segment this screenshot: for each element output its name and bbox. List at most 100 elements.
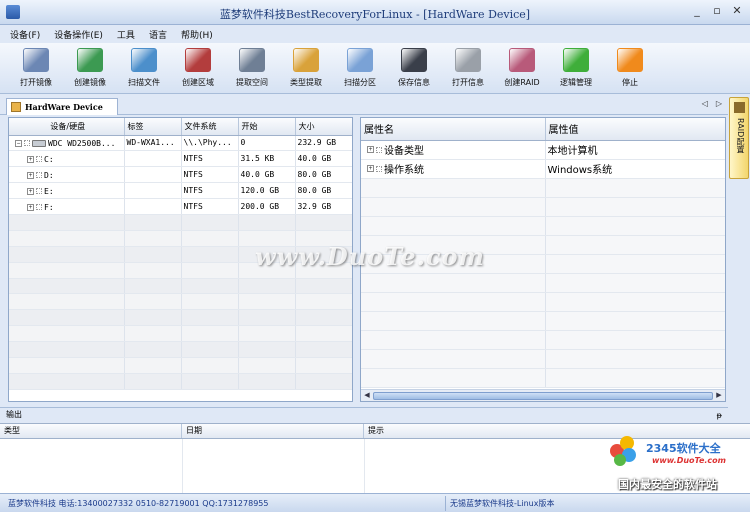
stop-icon	[617, 48, 643, 72]
logic-manage-icon	[563, 48, 589, 72]
expand-icon[interactable]: +	[27, 187, 34, 195]
expand-icon[interactable]: +	[367, 165, 374, 172]
col-property-value[interactable]: 属性值	[545, 118, 725, 141]
cell-label	[124, 166, 182, 184]
scroll-thumb[interactable]	[373, 392, 713, 400]
tree-checkbox-icon[interactable]	[36, 188, 42, 195]
cell-label	[124, 150, 182, 168]
device-name: WDC WD2500B...	[48, 138, 116, 148]
menu-help[interactable]: 帮助(H)	[181, 28, 213, 41]
device-tab-icon	[11, 102, 21, 112]
property-name: 操作系统	[384, 165, 424, 176]
toolbar: 打开镜像 创建镜像 扫描文件 创建区域 提取空间 类型提取 扫描分区 保存信息 打开信息 创建RA…	[0, 43, 750, 94]
empty-row	[9, 341, 352, 358]
raid-config-side-tab[interactable]: RAID配置	[729, 97, 749, 179]
menu-device[interactable]: 设备(F)	[10, 28, 40, 41]
toolbar-button-9[interactable]: 创建RAID	[496, 43, 548, 93]
tab-prev-button[interactable]: ◁	[702, 99, 708, 108]
logo-balls-icon	[610, 436, 644, 468]
col-label[interactable]: 标签	[124, 118, 182, 136]
restore-button[interactable]: ▫	[710, 4, 724, 18]
cell-fs: NTFS	[181, 198, 239, 215]
cell-size: 80.0 GB	[295, 166, 352, 184]
toolbar-button-6[interactable]: 扫描分区	[334, 43, 386, 93]
table-row[interactable]: + C: NTFS 31.5 KB 40.0 GB	[9, 150, 352, 168]
property-value: 本地计算机	[545, 140, 725, 160]
property-name: 设备类型	[384, 146, 424, 157]
cell-start: 40.0 GB	[238, 166, 296, 184]
tab-next-button[interactable]: ▷	[716, 99, 722, 108]
toolbar-button-4[interactable]: 提取空间	[226, 43, 278, 93]
toolbar-button-5[interactable]: 类型提取	[280, 43, 332, 93]
cell-label	[124, 182, 182, 200]
toolbar-button-label: 打开信息	[452, 78, 484, 87]
col-date[interactable]: 日期	[182, 424, 364, 438]
logo-url: www.DuoTe.com	[652, 456, 726, 465]
scroll-right-icon[interactable]: ▶	[714, 391, 724, 401]
cell-size: 80.0 GB	[295, 182, 352, 200]
toolbar-button-label: 逻辑管理	[560, 78, 592, 87]
toolbar-button-10[interactable]: 逻辑管理	[550, 43, 602, 93]
col-start[interactable]: 开始	[238, 118, 296, 136]
tree-checkbox-icon[interactable]	[24, 140, 30, 147]
property-row[interactable]: + 设备类型 本地计算机	[361, 140, 725, 160]
empty-row	[9, 309, 352, 327]
open-info-icon	[455, 48, 481, 72]
expand-icon[interactable]: +	[27, 171, 34, 179]
empty-row	[9, 373, 352, 390]
device-name: D:	[44, 170, 54, 180]
menu-tools[interactable]: 工具	[117, 28, 135, 41]
menu-language[interactable]: 语言	[149, 28, 167, 41]
horizontal-scrollbar[interactable]: ◀ ▶	[361, 389, 725, 401]
col-device[interactable]: 设备/硬盘	[9, 118, 125, 136]
tree-checkbox-icon[interactable]	[36, 172, 42, 179]
col-type[interactable]: 类型	[0, 424, 182, 438]
toolbar-button-2[interactable]: 扫描文件	[118, 43, 170, 93]
toolbar-button-1[interactable]: 创建镜像	[64, 43, 116, 93]
table-row[interactable]: + F: NTFS 200.0 GB 32.9 GB	[9, 198, 352, 215]
tab-hardware-device[interactable]: HardWare Device	[6, 98, 118, 115]
empty-row	[361, 273, 725, 293]
empty-row	[361, 368, 725, 388]
minimize-button[interactable]: _	[690, 4, 704, 18]
close-button[interactable]: ✕	[730, 4, 744, 18]
extract-space-icon	[239, 48, 265, 72]
toolbar-button-label: 扫描分区	[344, 78, 376, 87]
tree-checkbox-icon[interactable]	[36, 204, 42, 210]
scroll-left-icon[interactable]: ◀	[362, 391, 372, 401]
expand-icon[interactable]: +	[27, 203, 34, 211]
expand-icon[interactable]: +	[367, 146, 374, 153]
empty-row	[361, 197, 725, 217]
cell-fs: NTFS	[181, 182, 239, 200]
cell-start: 0	[238, 135, 296, 152]
toolbar-button-8[interactable]: 打开信息	[442, 43, 494, 93]
pin-icon[interactable]: ᵽ	[717, 409, 722, 423]
col-filesystem[interactable]: 文件系统	[181, 118, 239, 136]
toolbar-button-label: 类型提取	[290, 78, 322, 87]
col-size[interactable]: 大小	[295, 118, 352, 136]
expand-icon[interactable]: +	[27, 155, 34, 163]
menu-device-ops[interactable]: 设备操作(E)	[54, 28, 103, 41]
table-row[interactable]: − WDC WD2500B... WD-WXA1... \\.\Phy... 0 232.…	[9, 135, 352, 152]
output-header: 输出 ᵽ	[0, 407, 728, 422]
table-row[interactable]: + D: NTFS 40.0 GB 80.0 GB	[9, 166, 352, 184]
scan-file-icon	[131, 48, 157, 72]
hard-disk-icon	[32, 139, 46, 147]
toolbar-button-0[interactable]: 打开镜像	[10, 43, 62, 93]
toolbar-button-label: 创建镜像	[74, 78, 106, 87]
save-info-icon	[401, 48, 427, 72]
property-row[interactable]: + 操作系统 Windows系统	[361, 159, 725, 179]
toolbar-button-label: 打开镜像	[20, 78, 52, 87]
col-property-name[interactable]: 属性名	[361, 118, 546, 141]
table-row[interactable]: + E: NTFS 120.0 GB 80.0 GB	[9, 182, 352, 200]
toolbar-button-7[interactable]: 保存信息	[388, 43, 440, 93]
toolbar-button-label: 保存信息	[398, 78, 430, 87]
site-logo: 2345软件大全 www.DuoTe.com 国内最安全的软件站	[610, 436, 750, 494]
toolbar-button-11[interactable]: 停止	[604, 43, 656, 93]
window-title: 蓝梦软件科技BestRecoveryForLinux - [HardWare D…	[219, 8, 531, 21]
collapse-icon[interactable]: −	[15, 139, 22, 147]
toolbar-button-3[interactable]: 创建区域	[172, 43, 224, 93]
tree-checkbox-icon[interactable]	[36, 156, 42, 163]
logo-brand: 2345软件大全	[646, 442, 721, 455]
cell-fs: NTFS	[181, 166, 239, 184]
